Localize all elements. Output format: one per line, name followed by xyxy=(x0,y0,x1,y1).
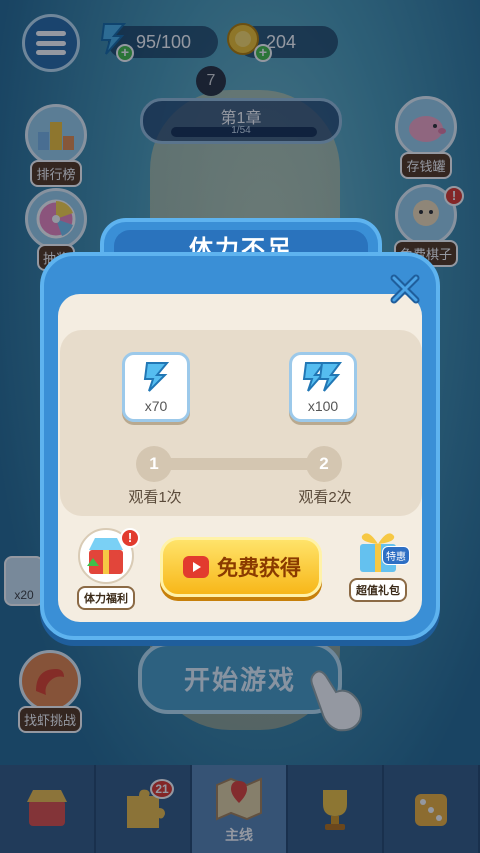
alert-badge: ! xyxy=(120,528,140,548)
energy-icon xyxy=(143,362,170,392)
gift-pack-label: 超值礼包 xyxy=(349,578,407,602)
close-button[interactable] xyxy=(382,266,428,312)
reward-card-1: x70 xyxy=(122,352,190,422)
step-node-2: 2 xyxy=(306,446,342,482)
free-get-label: 免费获得 xyxy=(217,557,301,580)
stamina-welfare-button[interactable]: ! 体力福利 xyxy=(66,526,146,610)
reward-value: x70 xyxy=(144,398,168,414)
free-get-button[interactable]: 免费获得 xyxy=(160,537,322,597)
reward-card-2: x100 xyxy=(289,352,357,422)
gift-pack-button[interactable]: 特惠 超值礼包 xyxy=(340,524,416,602)
video-ad-icon xyxy=(183,556,209,578)
double-energy-icon xyxy=(302,362,342,392)
close-icon xyxy=(390,274,420,304)
watch-twice-label: 观看2次 xyxy=(298,489,352,506)
watch-once-label: 观看1次 xyxy=(128,489,182,506)
watch-progress-track xyxy=(154,458,324,470)
stamina-welfare-label: 体力福利 xyxy=(77,586,135,610)
reward-value: x100 xyxy=(307,398,339,414)
step-node-1: 1 xyxy=(136,446,172,482)
discount-tag: 特惠 xyxy=(382,546,410,565)
